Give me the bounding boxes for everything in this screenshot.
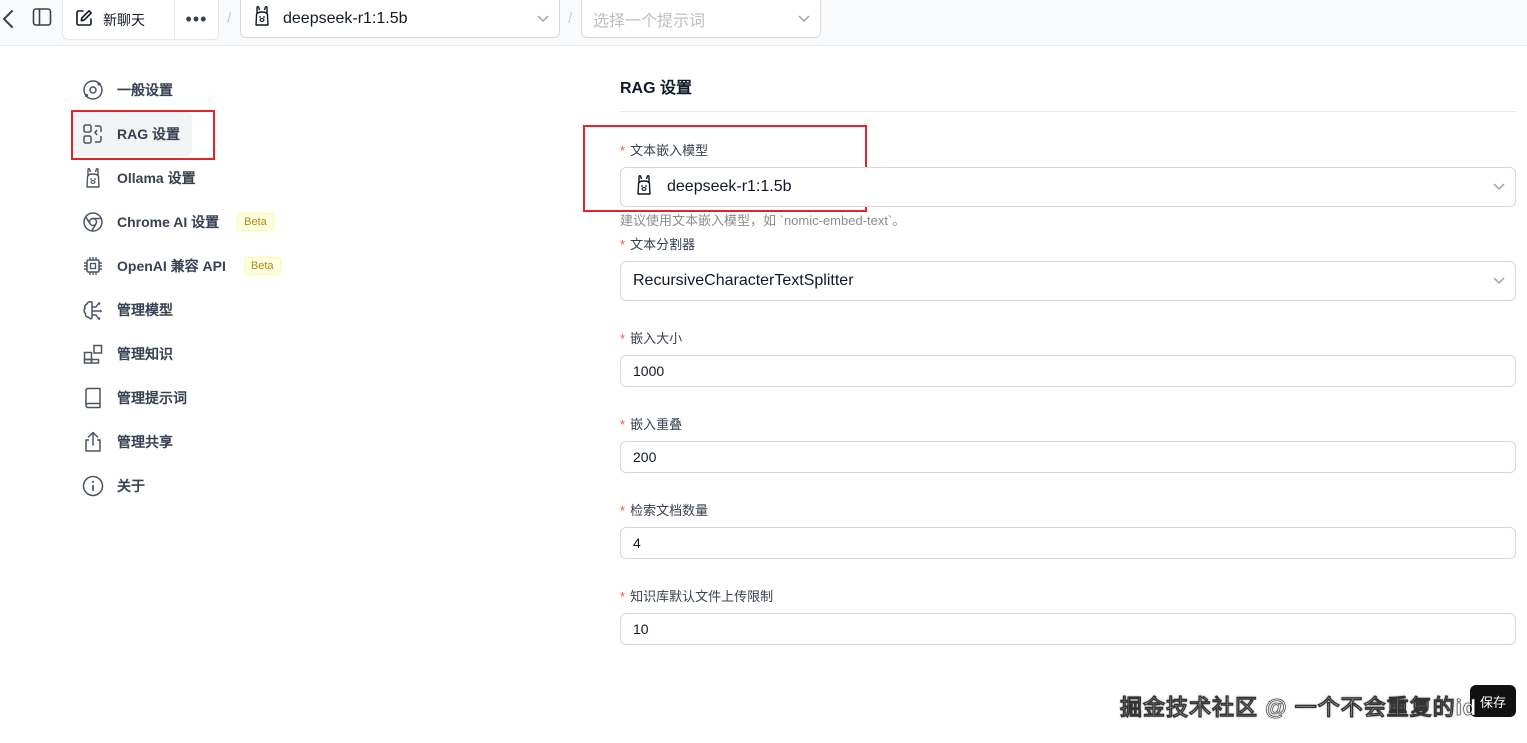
nav-item-label: 管理共享 bbox=[117, 434, 173, 450]
page-title: RAG 设置 bbox=[620, 80, 693, 97]
chevron-down-icon bbox=[1493, 183, 1505, 191]
settings-nav: 一般设置 RAG 设置 Ollama 设置 Chrome AI 设置 Beta … bbox=[72, 68, 302, 508]
embedding-model-help: 建议使用文本嵌入模型，如 `nomic-embed-text`。 bbox=[620, 213, 906, 228]
edit-icon bbox=[75, 9, 93, 30]
required-mark: * bbox=[620, 503, 626, 518]
model-select[interactable]: deepseek-r1:1.5b bbox=[240, 0, 560, 38]
splitter-value: RecursiveCharacterTextSplitter bbox=[633, 272, 854, 289]
cpu-chip-icon bbox=[81, 254, 105, 278]
rag-icon bbox=[81, 122, 105, 146]
sidebar-toggle-icon[interactable] bbox=[30, 4, 54, 30]
breadcrumb-separator: / bbox=[227, 10, 232, 27]
book-icon bbox=[81, 386, 105, 410]
nav-item-label: 管理知识 bbox=[117, 346, 173, 362]
info-icon bbox=[81, 474, 105, 498]
nav-item-about[interactable]: 关于 bbox=[72, 464, 302, 508]
nav-item-manage-knowledge[interactable]: 管理知识 bbox=[72, 332, 302, 376]
top-bar: 新聊天 ••• / deepseek-r1:1.5b / 选择一个提示词 bbox=[0, 0, 1527, 46]
nav-item-label: OpenAI 兼容 API bbox=[117, 258, 226, 274]
prompt-select[interactable]: 选择一个提示词 bbox=[581, 0, 821, 38]
beta-badge: Beta bbox=[243, 257, 281, 275]
chunk-overlap-input[interactable]: 200 bbox=[620, 441, 1516, 473]
beta-badge: Beta bbox=[237, 213, 274, 231]
share-icon bbox=[81, 430, 105, 454]
nav-item-ollama[interactable]: Ollama 设置 bbox=[72, 156, 302, 200]
upload-limit-label: * 知识库默认文件上传限制 bbox=[620, 589, 774, 604]
chunk-size-input[interactable]: 1000 bbox=[620, 355, 1516, 387]
back-chevron-icon[interactable] bbox=[0, 6, 16, 32]
embedding-model-select[interactable]: deepseek-r1:1.5b bbox=[620, 167, 1516, 207]
nav-item-label: 关于 bbox=[117, 478, 145, 494]
nav-item-label: 管理模型 bbox=[117, 302, 173, 318]
more-options-button[interactable]: ••• bbox=[175, 0, 218, 39]
required-mark: * bbox=[620, 589, 626, 604]
settings-orbit-icon bbox=[81, 78, 105, 102]
embedding-model-value: deepseek-r1:1.5b bbox=[667, 178, 792, 195]
nav-item-label: 一般设置 bbox=[117, 82, 173, 98]
nav-item-general[interactable]: 一般设置 bbox=[72, 68, 302, 112]
prompt-select-placeholder: 选择一个提示词 bbox=[593, 12, 706, 30]
chunk-size-label: * 嵌入大小 bbox=[620, 331, 683, 346]
nav-item-rag[interactable]: RAG 设置 bbox=[72, 112, 192, 156]
ollama-llama-icon bbox=[81, 166, 105, 190]
chevron-down-icon bbox=[798, 14, 810, 23]
required-mark: * bbox=[620, 237, 626, 252]
nav-item-label: Chrome AI 设置 bbox=[117, 214, 220, 230]
required-mark: * bbox=[620, 143, 626, 158]
model-select-value: deepseek-r1:1.5b bbox=[283, 9, 408, 27]
title-divider bbox=[620, 111, 1516, 112]
nav-item-label: Ollama 设置 bbox=[117, 170, 196, 186]
chevron-down-icon bbox=[1493, 277, 1505, 285]
chrome-icon bbox=[81, 210, 105, 234]
retrieved-docs-label: * 检索文档数量 bbox=[620, 503, 709, 518]
splitter-select[interactable]: RecursiveCharacterTextSplitter bbox=[620, 261, 1516, 301]
blocks-icon bbox=[81, 342, 105, 366]
required-mark: * bbox=[620, 331, 626, 346]
retrieved-docs-input[interactable]: 4 bbox=[620, 527, 1516, 559]
embedding-model-label: * 文本嵌入模型 bbox=[620, 143, 709, 158]
new-chat-label: 新聊天 bbox=[103, 11, 145, 28]
upload-limit-input[interactable]: 10 bbox=[620, 613, 1516, 645]
breadcrumb-separator: / bbox=[568, 10, 573, 27]
nav-item-openai-api[interactable]: OpenAI 兼容 API Beta bbox=[72, 244, 302, 288]
chat-actions-group: 新聊天 ••• bbox=[62, 0, 219, 40]
nav-item-manage-prompts[interactable]: 管理提示词 bbox=[72, 376, 302, 420]
nav-item-label: 管理提示词 bbox=[117, 390, 187, 406]
ollama-llama-icon bbox=[253, 5, 271, 32]
nav-item-manage-models[interactable]: 管理模型 bbox=[72, 288, 302, 332]
nav-item-label: RAG 设置 bbox=[117, 126, 180, 142]
nav-item-manage-sharing[interactable]: 管理共享 bbox=[72, 420, 302, 464]
ollama-llama-icon bbox=[635, 174, 653, 201]
new-chat-button[interactable]: 新聊天 bbox=[63, 0, 175, 39]
chunk-overlap-label: * 嵌入重叠 bbox=[620, 417, 683, 432]
required-mark: * bbox=[620, 417, 626, 432]
splitter-label: * 文本分割器 bbox=[620, 237, 696, 252]
nav-item-chrome-ai[interactable]: Chrome AI 设置 Beta bbox=[72, 200, 302, 244]
watermark-text: 掘金技术社区 @ 一个不会重复的id bbox=[1120, 695, 1478, 721]
chevron-down-icon bbox=[537, 14, 549, 23]
brain-icon bbox=[81, 298, 105, 322]
